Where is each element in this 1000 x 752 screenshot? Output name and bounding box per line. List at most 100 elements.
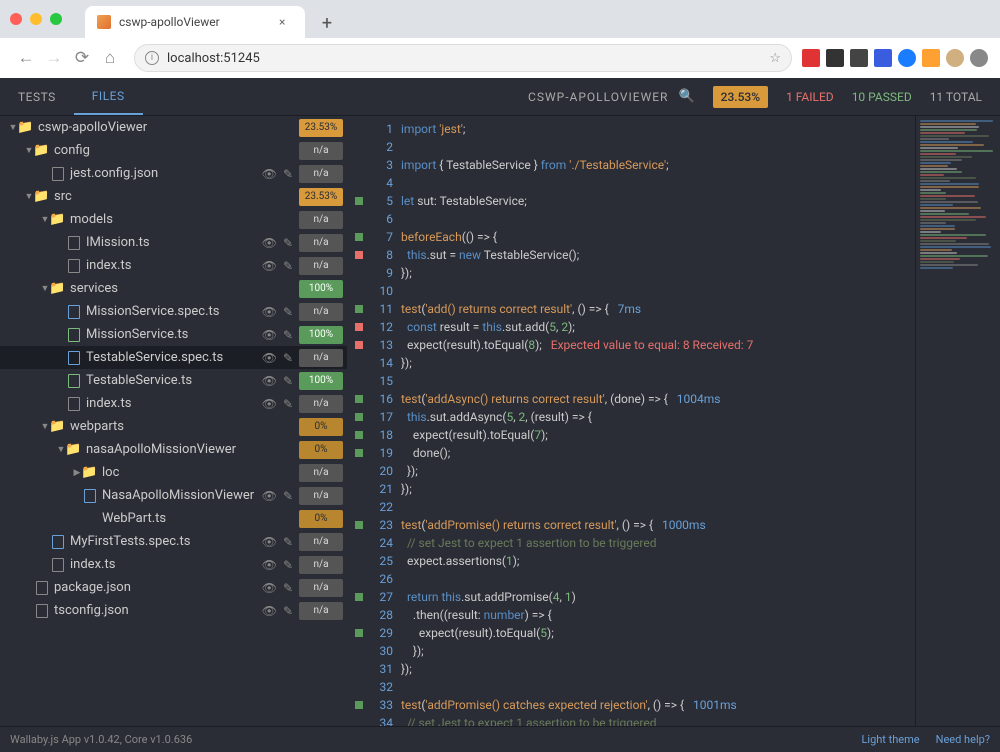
code-line[interactable]: 10 [347,282,915,300]
tree-row[interactable]: ▼📁src23.53% [0,185,347,208]
eye-icon[interactable]: 👁 [262,236,277,250]
maximize-window-button[interactable] [50,13,62,25]
code-line[interactable]: 13 expect(result).toEqual(8); Expected v… [347,336,915,354]
browser-tab[interactable]: cswp-apolloViewer × [85,6,305,38]
eye-icon[interactable]: 👁 [262,558,277,572]
close-window-button[interactable] [10,13,22,25]
code-line[interactable]: 27 return this.sut.addPromise(4, 1) [347,588,915,606]
eye-icon[interactable]: 👁 [262,535,277,549]
code-line[interactable]: 30 }); [347,642,915,660]
edit-icon[interactable]: ✎ [283,558,293,572]
code-line[interactable]: 15 [347,372,915,390]
code-line[interactable]: 32 [347,678,915,696]
eye-icon[interactable]: 👁 [262,489,277,503]
tree-row[interactable]: TestableService.ts👁✎100% [0,369,347,392]
tree-row[interactable]: ▼📁cswp-apolloViewer23.53% [0,116,347,139]
code-line[interactable]: 25 expect.assertions(1); [347,552,915,570]
eye-icon[interactable]: 👁 [262,604,277,618]
tree-row[interactable]: ▼📁confign/a [0,139,347,162]
help-link[interactable]: Need help? [936,733,990,746]
edit-icon[interactable]: ✎ [283,351,293,365]
extension-icon[interactable] [850,49,868,67]
menu-icon[interactable] [970,49,988,67]
tree-row[interactable]: jest.config.json👁✎n/a [0,162,347,185]
edit-icon[interactable]: ✎ [283,374,293,388]
code-line[interactable]: 21}); [347,480,915,498]
theme-link[interactable]: Light theme [861,733,919,746]
code-line[interactable]: 20 }); [347,462,915,480]
code-line[interactable]: 5let sut: TestableService; [347,192,915,210]
tree-row[interactable]: MissionService.spec.ts👁✎n/a [0,300,347,323]
extension-icon[interactable] [874,49,892,67]
tree-row[interactable]: MissionService.ts👁✎100% [0,323,347,346]
address-bar[interactable]: i localhost:51245 ☆ [134,44,792,72]
new-tab-button[interactable]: + [313,9,341,37]
file-tree[interactable]: ▼📁cswp-apolloViewer23.53%▼📁confign/ajest… [0,116,347,726]
code-line[interactable]: 24 // set Jest to expect 1 assertion to … [347,534,915,552]
tree-row[interactable]: ▼📁nasaApolloMissionViewer0% [0,438,347,461]
code-line[interactable]: 17 this.sut.addAsync(5, 2, (result) => { [347,408,915,426]
forward-button[interactable]: → [40,44,68,72]
code-line[interactable]: 18 expect(result).toEqual(7); [347,426,915,444]
edit-icon[interactable]: ✎ [283,328,293,342]
reload-button[interactable]: ⟳ [68,44,96,72]
tree-row[interactable]: package.json👁✎n/a [0,576,347,599]
code-line[interactable]: 26 [347,570,915,588]
minimap[interactable] [915,116,1000,726]
tree-row[interactable]: ▼📁services100% [0,277,347,300]
code-line[interactable]: 6 [347,210,915,228]
eye-icon[interactable]: 👁 [262,305,277,319]
bookmark-star-icon[interactable]: ☆ [769,51,781,66]
code-line[interactable]: 33test('addPromise() catches expected re… [347,696,915,714]
eye-icon[interactable]: 👁 [262,259,277,273]
tree-row[interactable]: TestableService.spec.ts👁✎n/a [0,346,347,369]
edit-icon[interactable]: ✎ [283,604,293,618]
tree-row[interactable]: index.ts👁✎n/a [0,553,347,576]
code-line[interactable]: 16test('addAsync() returns correct resul… [347,390,915,408]
code-line[interactable]: 28 .then((result: number) => { [347,606,915,624]
code-line[interactable]: 19 done(); [347,444,915,462]
tree-row[interactable]: ▶📁locn/a [0,461,347,484]
code-line[interactable]: 8 this.sut = new TestableService(); [347,246,915,264]
tab-tests[interactable]: TESTS [0,78,74,115]
eye-icon[interactable]: 👁 [262,397,277,411]
code-editor[interactable]: 1import 'jest';23import { TestableServic… [347,116,915,726]
eye-icon[interactable]: 👁 [262,374,277,388]
tree-row[interactable]: MyFirstTests.spec.ts👁✎n/a [0,530,347,553]
edit-icon[interactable]: ✎ [283,581,293,595]
code-line[interactable]: 3import { TestableService } from './Test… [347,156,915,174]
edit-icon[interactable]: ✎ [283,535,293,549]
code-line[interactable]: 29 expect(result).toEqual(5); [347,624,915,642]
search-icon[interactable]: 🔍 [678,89,694,104]
code-line[interactable]: 2 [347,138,915,156]
edit-icon[interactable]: ✎ [283,489,293,503]
eye-icon[interactable]: 👁 [262,167,277,181]
extension-icon[interactable] [898,49,916,67]
extension-icon[interactable] [802,49,820,67]
tree-row[interactable]: index.ts👁✎n/a [0,392,347,415]
code-line[interactable]: 1import 'jest'; [347,120,915,138]
edit-icon[interactable]: ✎ [283,259,293,273]
code-line[interactable]: 22 [347,498,915,516]
extension-icon[interactable] [826,49,844,67]
site-info-icon[interactable]: i [145,51,159,65]
edit-icon[interactable]: ✎ [283,305,293,319]
tree-row[interactable]: IMission.ts👁✎n/a [0,231,347,254]
tree-row[interactable]: ▼📁modelsn/a [0,208,347,231]
tab-files[interactable]: FILES [74,78,143,115]
eye-icon[interactable]: 👁 [262,328,277,342]
code-line[interactable]: 31}); [347,660,915,678]
edit-icon[interactable]: ✎ [283,236,293,250]
edit-icon[interactable]: ✎ [283,167,293,181]
code-line[interactable]: 12 const result = this.sut.add(5, 2); [347,318,915,336]
code-line[interactable]: 7beforeEach(() => { [347,228,915,246]
extension-icon[interactable] [922,49,940,67]
code-line[interactable]: 11test('add() returns correct result', (… [347,300,915,318]
back-button[interactable]: ← [12,44,40,72]
tree-row[interactable]: index.ts👁✎n/a [0,254,347,277]
edit-icon[interactable]: ✎ [283,397,293,411]
code-line[interactable]: 34 // set Jest to expect 1 assertion to … [347,714,915,726]
code-line[interactable]: 14}); [347,354,915,372]
tree-row[interactable]: ▼📁webparts0% [0,415,347,438]
code-line[interactable]: 4 [347,174,915,192]
